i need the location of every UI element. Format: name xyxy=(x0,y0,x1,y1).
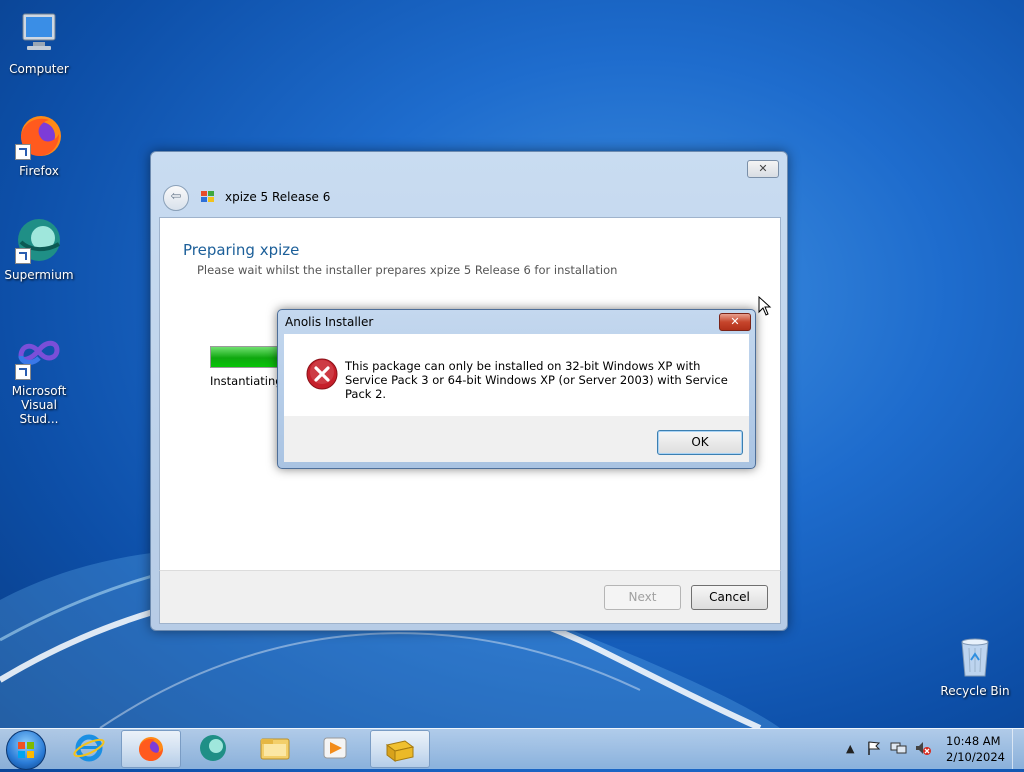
installer-icon[interactable] xyxy=(370,730,430,768)
recycle-bin-icon xyxy=(951,632,999,680)
ok-button[interactable]: OK xyxy=(657,430,743,455)
desktop-icon-firefox[interactable]: Firefox xyxy=(1,112,77,178)
taskbar: ▲ 10:48 AM 2/10/2024 xyxy=(0,728,1024,770)
installer-title: xpize 5 Release 6 xyxy=(225,190,331,204)
mouse-cursor-icon xyxy=(758,296,772,316)
file-explorer-icon[interactable] xyxy=(246,730,304,766)
progress-fill xyxy=(211,347,279,367)
shortcut-arrow-icon xyxy=(15,364,31,380)
action-center-flag-icon[interactable] xyxy=(866,740,882,759)
desktop-icon-label: Supermium xyxy=(4,268,74,282)
clock-time: 10:48 AM xyxy=(946,734,1001,748)
system-clock[interactable]: 10:48 AM 2/10/2024 xyxy=(946,733,1005,765)
show-hidden-icons[interactable]: ▲ xyxy=(846,742,854,755)
error-dialog: Anolis Installer ✕ This package can only… xyxy=(277,309,756,469)
media-player-icon[interactable] xyxy=(306,730,364,766)
error-icon xyxy=(306,358,338,390)
firefox-icon xyxy=(15,112,63,160)
dialog-footer: OK xyxy=(284,416,749,462)
next-button[interactable]: Next xyxy=(604,585,681,610)
start-orb[interactable] xyxy=(6,730,46,770)
installer-footer: Next Cancel xyxy=(159,570,781,624)
show-desktop-button[interactable] xyxy=(1012,729,1024,769)
desktop-icon-supermium[interactable]: Supermium xyxy=(1,216,77,282)
page-title: Preparing xpize xyxy=(183,241,300,259)
desktop-icon-visual-studio[interactable]: Microsoft Visual Stud... xyxy=(1,332,77,426)
dialog-message: This package can only be installed on 32… xyxy=(345,359,728,401)
desktop-icon-label: Recycle Bin xyxy=(940,684,1010,698)
desktop-icon-label: Computer xyxy=(9,62,69,76)
desktop-icon-computer[interactable]: Computer xyxy=(1,10,77,76)
clock-date: 2/10/2024 xyxy=(946,750,1005,764)
desktop-icon-label: Microsoft Visual Stud... xyxy=(11,384,67,426)
page-subtitle: Please wait whilst the installer prepare… xyxy=(197,263,618,277)
desktop-icon-recycle-bin[interactable]: Recycle Bin xyxy=(936,632,1014,698)
dialog-title: Anolis Installer xyxy=(285,315,374,329)
dialog-body: This package can only be installed on 32… xyxy=(284,334,749,416)
cancel-button[interactable]: Cancel xyxy=(691,585,768,610)
supermium-icon xyxy=(15,216,63,264)
installer-header: ⇦ xpize 5 Release 6 xyxy=(159,180,779,216)
progress-status: Instantiating xyxy=(210,374,283,388)
installer-close-button[interactable]: ✕ xyxy=(747,160,779,178)
visual-studio-icon xyxy=(15,332,63,380)
network-icon[interactable] xyxy=(890,740,908,759)
shortcut-arrow-icon xyxy=(15,144,31,160)
dialog-close-button[interactable]: ✕ xyxy=(719,313,751,331)
computer-icon xyxy=(15,10,63,58)
desktop-icon-label: Firefox xyxy=(19,164,59,178)
back-arrow-icon[interactable]: ⇦ xyxy=(163,185,189,211)
firefox-icon[interactable] xyxy=(121,730,181,768)
installer-app-icon xyxy=(201,191,215,203)
supermium-icon[interactable] xyxy=(184,730,242,766)
shortcut-arrow-icon xyxy=(15,248,31,264)
volume-muted-icon[interactable] xyxy=(914,740,932,759)
internet-explorer-icon[interactable] xyxy=(60,730,118,766)
